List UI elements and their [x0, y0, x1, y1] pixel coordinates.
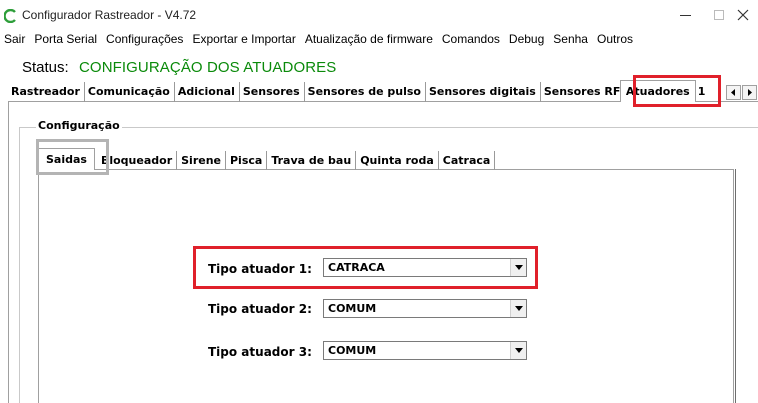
menu-sair[interactable]: Sair — [0, 30, 29, 50]
tipo-atuador-3-dropdown-button[interactable] — [510, 342, 526, 359]
tab-adicional[interactable]: Adicional — [175, 82, 240, 102]
subtab-trava-de-bau[interactable]: Trava de bau — [267, 151, 357, 170]
status-value: CONFIGURAÇÃO DOS ATUADORES — [79, 59, 337, 76]
chevron-down-icon — [514, 348, 523, 353]
subtab-sirene[interactable]: Sirene — [177, 151, 226, 170]
menu-outros[interactable]: Outros — [593, 30, 637, 50]
tipo-atuador-2-select[interactable]: COMUM — [323, 299, 527, 318]
chevron-down-icon — [514, 306, 523, 311]
menu-senha[interactable]: Senha — [549, 30, 592, 50]
status-label: Status: — [22, 59, 69, 76]
menu-debug[interactable]: Debug — [505, 30, 548, 50]
main-tab-strip: Rastreador Comunicação Adicional Sensore… — [8, 80, 709, 102]
tipo-atuador-2-label: Tipo atuador 2: — [208, 302, 312, 316]
menu-atualizacao-firmware[interactable]: Atualização de firmware — [301, 30, 437, 50]
menu-configuracoes[interactable]: Configurações — [102, 30, 187, 50]
highlight-tipo-atuador-1 — [193, 246, 538, 289]
highlight-saidas-tab — [36, 139, 109, 175]
menu-porta-serial[interactable]: Porta Serial — [30, 30, 101, 50]
tab-comunicacao[interactable]: Comunicação — [85, 82, 175, 102]
tipo-atuador-3-value: COMUM — [328, 344, 377, 357]
tab-scroll-right-button[interactable] — [742, 85, 757, 100]
sub-panel-edge — [735, 169, 736, 403]
menu-exportar-importar[interactable]: Exportar e Importar — [188, 30, 299, 50]
tab-sensores-de-pulso[interactable]: Sensores de pulso — [305, 82, 426, 102]
window-title: Configurador Rastreador - V4.72 — [22, 8, 197, 22]
menu-bar: Sair Porta Serial Configurações Exportar… — [0, 30, 638, 50]
tipo-atuador-3-select[interactable]: COMUM — [323, 341, 527, 360]
tab-sensores[interactable]: Sensores — [240, 82, 305, 102]
close-icon — [737, 9, 749, 21]
tipo-atuador-2-dropdown-button[interactable] — [510, 300, 526, 317]
configuracao-legend: Configuração — [36, 119, 122, 132]
highlight-atuadores-tab — [633, 75, 721, 107]
minimize-icon — [679, 14, 691, 16]
tipo-atuador-3-label: Tipo atuador 3: — [208, 345, 312, 359]
close-button[interactable] — [730, 4, 756, 26]
tab-scroll-left-button[interactable] — [726, 85, 741, 100]
tab-sensores-rf[interactable]: Sensores RF — [541, 82, 620, 102]
maximize-button[interactable] — [706, 4, 732, 26]
tab-sensores-digitais[interactable]: Sensores digitais — [426, 82, 541, 102]
triangle-right-icon — [748, 89, 752, 96]
tipo-atuador-2-value: COMUM — [328, 302, 377, 315]
tab-rastreador[interactable]: Rastreador — [8, 82, 85, 102]
subtab-pisca[interactable]: Pisca — [226, 151, 268, 170]
menu-comandos[interactable]: Comandos — [438, 30, 504, 50]
app-logo-icon — [4, 9, 16, 23]
maximize-icon — [714, 10, 724, 20]
triangle-left-icon — [731, 89, 735, 96]
minimize-button[interactable] — [672, 4, 698, 26]
subtab-quinta-roda[interactable]: Quinta roda — [356, 151, 439, 170]
title-bar: Configurador Rastreador - V4.72 — [0, 0, 758, 30]
subtab-catraca[interactable]: Catraca — [439, 151, 496, 170]
